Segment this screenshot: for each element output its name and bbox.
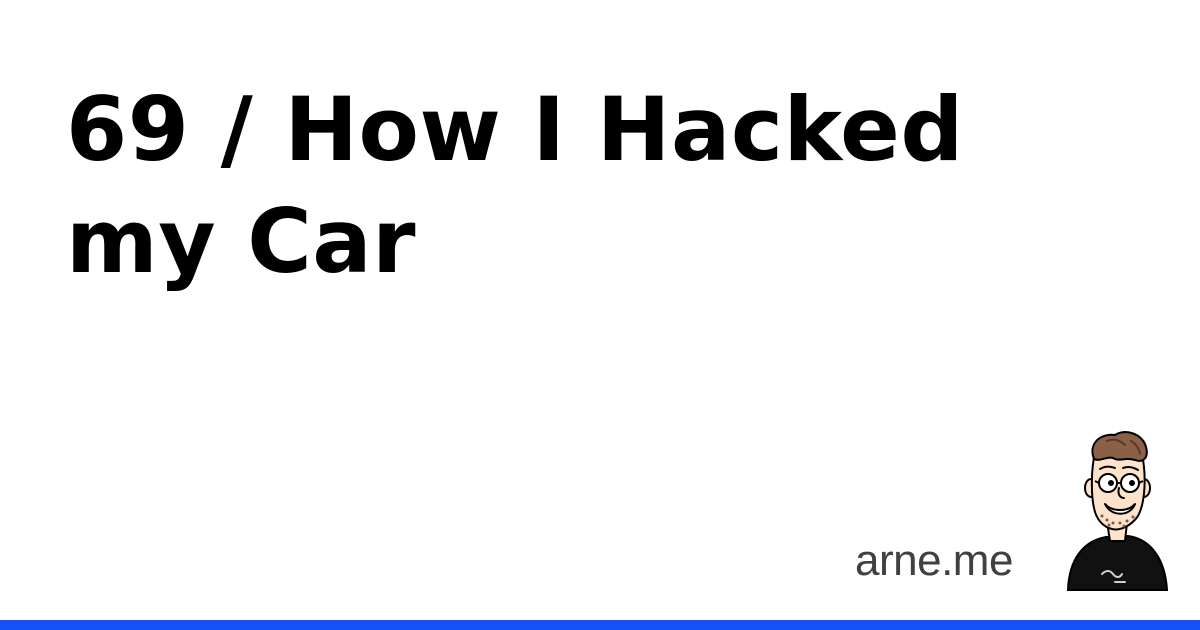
page-title: 69 / How I Hacked my Car <box>66 78 964 293</box>
accent-bar <box>0 620 1200 630</box>
person-cartoon-icon <box>1066 431 1169 591</box>
accent-bar-fill <box>0 620 1200 630</box>
site-name: arne.me <box>855 536 1013 585</box>
avatar-hair <box>1091 431 1148 462</box>
social-card: 69 / How I Hacked my Car arne.me <box>0 0 1200 630</box>
